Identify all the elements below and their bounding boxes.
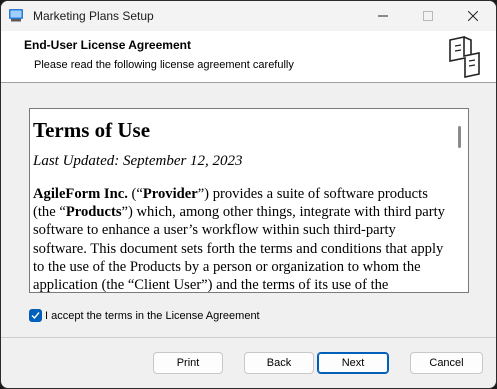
license-company: AgileForm Inc.	[33, 186, 128, 202]
close-icon	[468, 11, 478, 21]
license-scrollbar[interactable]	[458, 126, 461, 148]
back-button[interactable]: Back	[244, 352, 314, 374]
license-term-products: Products	[65, 204, 122, 221]
license-paragraph: AgileForm Inc. (“Provider”) provides a s…	[33, 185, 453, 292]
setup-logo-icon	[449, 36, 480, 78]
minimize-button[interactable]	[360, 1, 406, 31]
cancel-button[interactable]: Cancel	[410, 352, 483, 374]
installer-icon	[9, 9, 23, 22]
maximize-button[interactable]	[405, 1, 451, 31]
license-heading: Terms of Use	[33, 118, 151, 142]
license-text-run: (“	[127, 186, 143, 202]
footer-divider	[1, 337, 496, 338]
print-button[interactable]: Print	[153, 352, 223, 374]
page-title: End-User License Agreement	[24, 38, 191, 52]
page-subtitle: Please read the following license agreem…	[34, 59, 294, 71]
title-bar[interactable]: Marketing Plans Setup	[1, 1, 496, 31]
accept-terms-row[interactable]: I accept the terms in the License Agreem…	[29, 309, 260, 322]
setup-window: Marketing Plans Setup End-User License A…	[0, 0, 497, 389]
window-title: Marketing Plans Setup	[33, 9, 154, 23]
header-banner: End-User License Agreement Please read t…	[1, 31, 496, 83]
license-updated: Last Updated: September 12, 2023	[33, 153, 243, 169]
next-button[interactable]: Next	[317, 352, 389, 374]
license-term-provider: Provider	[142, 186, 198, 202]
minimize-icon	[378, 15, 388, 17]
maximize-icon	[423, 11, 433, 21]
close-button[interactable]	[450, 1, 496, 31]
accept-label[interactable]: I accept the terms in the License Agreem…	[45, 310, 260, 322]
license-document: Terms of Use Last Updated: September 12,…	[33, 117, 453, 292]
license-text-box[interactable]: Terms of Use Last Updated: September 12,…	[29, 108, 469, 293]
accept-checkbox[interactable]	[29, 309, 42, 322]
checkmark-icon	[31, 312, 40, 320]
